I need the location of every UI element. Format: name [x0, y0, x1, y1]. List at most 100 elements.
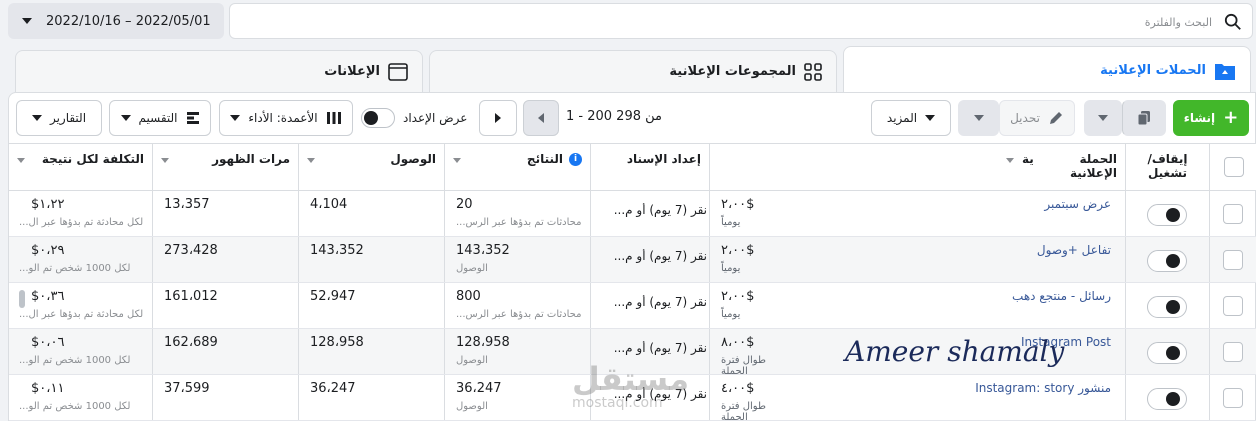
toolbar: إنشاء + تحديل المزيد 1 - 200 من 298 عرض … [9, 93, 1256, 143]
campaign-toggle[interactable] [1147, 250, 1187, 272]
more-label: المزيد [886, 111, 918, 125]
header-results[interactable]: i النتائج [444, 144, 590, 190]
cost-type: لكل محادثة تم بدؤها عبر ال... [19, 309, 144, 320]
row-checkbox[interactable] [1223, 204, 1243, 224]
cost-type: لكل 1000 شخص تم الو... [19, 355, 131, 366]
create-button[interactable]: إنشاء + [1173, 100, 1249, 136]
select-all-checkbox[interactable] [1224, 157, 1244, 177]
date-range-picker[interactable]: 2022/10/16 – 2022/05/01 [8, 3, 224, 39]
columns-label: الأعمدة: الأداء [248, 111, 318, 125]
campaign-name-link[interactable]: رسائل - منتجع دهب [1012, 289, 1111, 303]
reach-value: 4،104 [310, 197, 348, 212]
table-row[interactable]: تفاعل +وصول $٢،٠٠ يومياً نقر (7 يوم) أو م..… [9, 237, 1256, 283]
column-divider [298, 375, 299, 420]
chevron-left-icon [538, 113, 544, 123]
table-row[interactable]: عرض سبتمبر $٢،٠٠ يومياً نقر (7 يوم) أو م...… [9, 191, 1256, 237]
column-divider [590, 283, 591, 328]
reach-value: 52،947 [310, 289, 356, 304]
budget-type: يومياً [721, 217, 741, 228]
results-type: الوصول [456, 355, 488, 366]
reports-label: التقارير [49, 111, 87, 125]
toggle-switch[interactable] [361, 108, 395, 128]
cost-value: $٠،٣٦ [31, 289, 65, 304]
header-reach-label: الوصول [390, 152, 436, 166]
header-onoff[interactable]: إيقاف/ تشغيل [1125, 144, 1209, 190]
tab-ads-label: الإعلانات [324, 64, 380, 79]
table-row[interactable]: رسائل - منتجع دهب $٢،٠٠ يومياً نقر (7 يوم) … [9, 283, 1256, 329]
column-divider [709, 329, 710, 374]
edit-label: تحديل [1010, 111, 1040, 125]
header-impressions[interactable]: مرات الظهور [152, 144, 298, 190]
more-button[interactable]: المزيد [871, 100, 951, 136]
results-type: الوصول [456, 263, 488, 274]
column-divider [152, 375, 153, 420]
results-value: 143،352 [456, 243, 510, 258]
campaign-toggle[interactable] [1147, 296, 1187, 318]
breakdown-button[interactable]: التقسيم [109, 100, 211, 136]
results-type: محادثات تم بدؤها عبر الرس... [456, 217, 582, 228]
row-checkbox[interactable] [1223, 342, 1243, 362]
reports-button[interactable]: التقارير [16, 100, 102, 136]
header-attribution[interactable]: إعداد الإسناد [590, 144, 709, 190]
sort-icon [1006, 158, 1014, 163]
campaign-name-link[interactable]: تفاعل +وصول [1037, 243, 1111, 257]
column-divider [1125, 283, 1126, 328]
results-type: محادثات تم بدؤها عبر الرس... [456, 309, 582, 320]
previous-page-button[interactable] [523, 100, 559, 136]
duplicate-button[interactable] [1122, 100, 1166, 136]
campaign-toggle[interactable] [1147, 388, 1187, 410]
setup-view-toggle[interactable]: عرض الإعداد [361, 108, 467, 128]
impressions-value: 13،357 [164, 197, 210, 212]
cost-type: لكل 1000 شخص تم الو... [19, 401, 131, 412]
cost-value: $٠،٠٦ [31, 335, 65, 350]
header-reach[interactable]: الوصول [298, 144, 444, 190]
setup-view-label: عرض الإعداد [403, 111, 468, 125]
chevron-down-icon [31, 115, 42, 121]
next-page-button[interactable] [479, 100, 517, 136]
row-checkbox[interactable] [1223, 250, 1243, 270]
header-campaign[interactable]: الحملة الإعلانية ية [709, 144, 1125, 190]
tab-ads[interactable]: الإعلانات [15, 50, 423, 92]
duplicate-menu-button[interactable] [1084, 100, 1122, 136]
campaign-toggle[interactable] [1147, 342, 1187, 364]
budget-type: يومياً [721, 309, 741, 320]
impressions-value: 37،599 [164, 381, 210, 396]
sort-icon [161, 158, 169, 163]
column-divider [1209, 191, 1210, 236]
column-divider [709, 237, 710, 282]
row-checkbox[interactable] [1223, 388, 1243, 408]
budget-value: $٢،٠٠ [721, 289, 755, 304]
info-icon[interactable]: i [569, 152, 582, 166]
tab-campaigns[interactable]: الحملات الإعلانية [843, 46, 1251, 94]
search-input[interactable] [240, 12, 1212, 32]
header-cost[interactable]: التكلفة لكل نتيجة [9, 144, 152, 190]
impressions-value: 162،689 [164, 335, 218, 350]
budget-type: طوال فترة الحملة [721, 401, 766, 421]
cost-value: $٠،٢٩ [31, 243, 65, 258]
breakdown-icon [186, 112, 199, 124]
mostaql-logo: مستقل [572, 360, 690, 398]
header-impressions-label: مرات الظهور [212, 152, 290, 166]
select-all-cell [1209, 144, 1256, 190]
results-value: 128،958 [456, 335, 510, 350]
row-checkbox[interactable] [1223, 296, 1243, 316]
chevron-down-icon [1098, 115, 1108, 121]
column-divider [1209, 375, 1210, 420]
campaign-name-link[interactable]: منشور Instagram: story [975, 381, 1111, 395]
search-box[interactable] [229, 3, 1253, 39]
campaign-name-link[interactable]: عرض سبتمبر [1044, 197, 1111, 211]
column-divider [444, 191, 445, 236]
attribution-value: نقر (7 يوم) أو م... [613, 249, 707, 263]
edit-button[interactable]: تحديل [999, 100, 1075, 136]
results-value: 36،247 [456, 381, 502, 396]
edit-menu-button[interactable] [958, 100, 999, 136]
cost-value: $١،٢٢ [31, 197, 65, 212]
tab-adsets[interactable]: المجموعات الإعلانية [429, 50, 837, 92]
horizontal-scrollbar[interactable] [19, 290, 25, 308]
header-onoff-label: إيقاف/ تشغيل [1147, 152, 1188, 180]
budget-value: $٢،٠٠ [721, 243, 755, 258]
campaign-toggle[interactable] [1147, 204, 1187, 226]
columns-button[interactable]: الأعمدة: الأداء [219, 100, 353, 136]
column-divider [298, 329, 299, 374]
ad-icon [388, 62, 408, 81]
